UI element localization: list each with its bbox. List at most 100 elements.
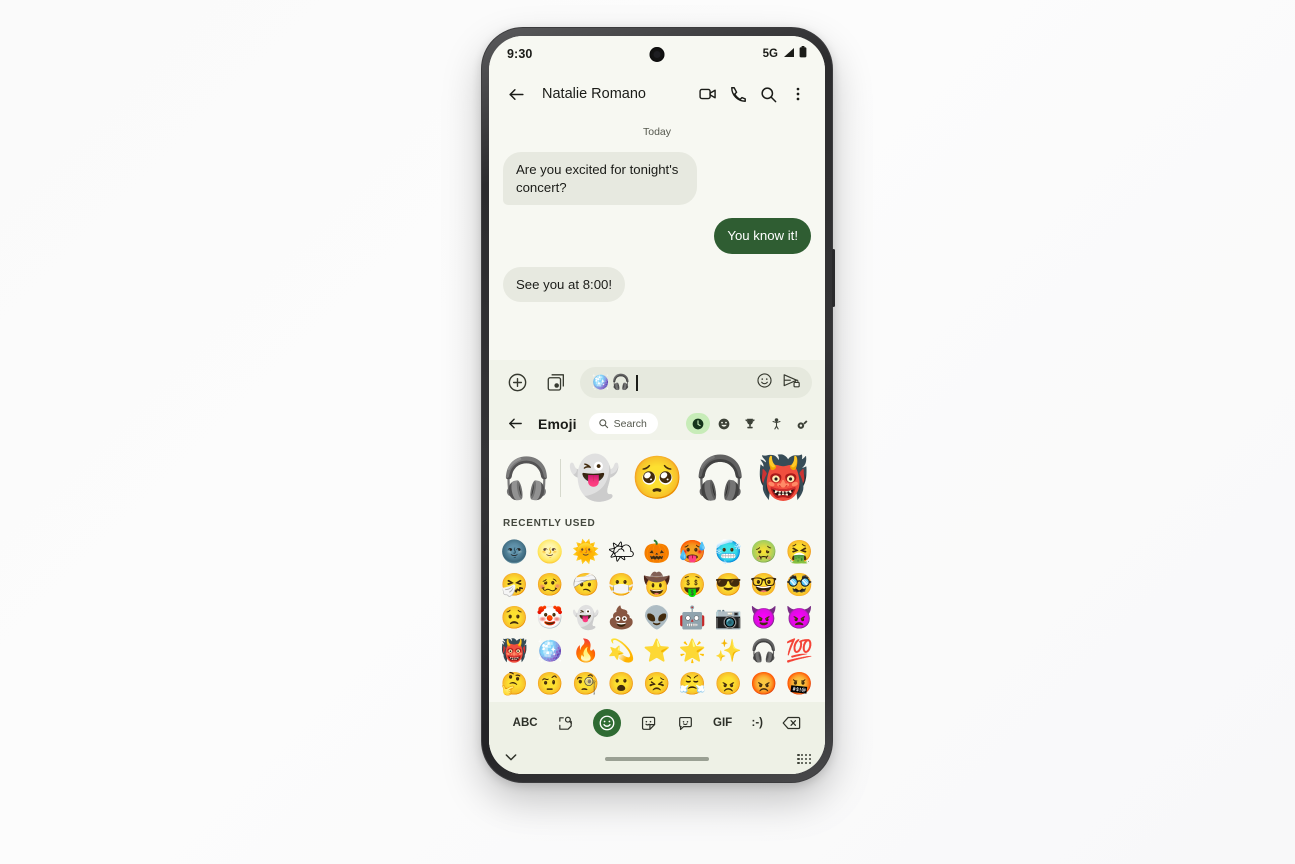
emoji-cell[interactable]: 🥶 <box>712 535 745 568</box>
emoji-cell[interactable]: ✨ <box>712 634 745 667</box>
emoji-cell[interactable]: 😠 <box>712 667 745 700</box>
emoji-cell[interactable]: 📷 <box>712 601 745 634</box>
backspace-key[interactable] <box>782 715 801 731</box>
emoji-cell[interactable]: 🔥 <box>569 634 602 667</box>
message-input-field[interactable]: 🪩 🎧 <box>580 367 812 398</box>
plus-circle-icon[interactable] <box>502 368 532 398</box>
status-clock: 9:30 <box>507 47 533 61</box>
emoji-cell[interactable]: 😮 <box>605 667 638 700</box>
outgoing-message-bubble[interactable]: You know it! <box>714 218 811 254</box>
conversation-app-bar: Natalie Romano <box>489 72 825 116</box>
chevron-down-icon[interactable] <box>503 749 519 770</box>
emoji-cell[interactable]: 🥸 <box>783 568 816 601</box>
emoji-cell[interactable]: 🎃 <box>641 535 674 568</box>
incoming-message-bubble[interactable]: Are you excited for tonight's concert? <box>503 152 698 206</box>
sticker-suggestion[interactable]: 👻 <box>563 447 626 510</box>
emoji-cell[interactable]: 🌞 <box>569 535 602 568</box>
home-indicator[interactable] <box>605 757 709 761</box>
emoji-tab[interactable] <box>593 709 622 737</box>
emoji-cell[interactable]: 🌝 <box>534 535 567 568</box>
date-separator: Today <box>642 126 672 138</box>
emoji-cell[interactable]: 👻 <box>569 601 602 634</box>
emoji-grid-row: 🤔 🤨 🧐 😮 😣 😤 😠 😡 🤬 <box>495 667 819 700</box>
emoji-cell[interactable]: 🤧 <box>498 568 531 601</box>
emoji-category-smileys[interactable] <box>712 413 736 434</box>
emoji-cell[interactable]: 🤬 <box>783 667 816 700</box>
person-icon <box>771 417 781 429</box>
gallery-icon[interactable] <box>541 368 571 398</box>
emoji-cell[interactable]: 🌚 <box>498 535 531 568</box>
signal-bars-icon <box>782 45 795 63</box>
emoji-grid-row: 😟 🤡 👻 💩 👽 🤖 📷 😈 👿 <box>495 601 819 634</box>
system-nav-bar <box>489 744 825 774</box>
emoji-cell[interactable]: 💩 <box>605 601 638 634</box>
phone-icon[interactable] <box>723 79 753 109</box>
emoji-cell[interactable]: ⭐ <box>641 634 674 667</box>
keyboard-bottom-toolbar: ABC GIF :-) <box>489 702 825 744</box>
search-icon[interactable] <box>753 79 783 109</box>
emoji-category-activities[interactable] <box>738 413 762 434</box>
emoji-cell[interactable]: 💫 <box>605 634 638 667</box>
battery-icon <box>799 45 807 63</box>
emoji-cell[interactable]: 🤑 <box>676 568 709 601</box>
emoji-cell[interactable]: 😡 <box>747 667 780 700</box>
emoji-search-input[interactable]: Search <box>588 413 658 434</box>
sticker-suggestion[interactable]: 🥺 <box>626 447 689 510</box>
keyboard-dots-icon[interactable] <box>797 754 811 764</box>
emoji-cell[interactable]: 🧐 <box>569 667 602 700</box>
emoji-cell[interactable]: 🤓 <box>747 568 780 601</box>
back-arrow-icon[interactable] <box>501 79 531 109</box>
emoji-cell[interactable]: 🤮 <box>783 535 816 568</box>
emoji-cell[interactable]: 😷 <box>605 568 638 601</box>
sticker-suggestion[interactable]: 👹 <box>752 447 815 510</box>
emoji-cell[interactable]: 🤢 <box>747 535 780 568</box>
emoji-cell[interactable]: 💯 <box>783 634 816 667</box>
gif-tab[interactable]: GIF <box>713 717 732 729</box>
video-call-icon[interactable] <box>693 79 723 109</box>
emoticon-tab[interactable]: :-) <box>752 717 764 729</box>
guitar-icon <box>797 419 807 429</box>
emoji-cell[interactable]: 👹 <box>498 634 531 667</box>
emoji-cell[interactable]: 👿 <box>783 601 816 634</box>
emoji-cell[interactable]: 😣 <box>641 667 674 700</box>
emoji-panel-back-icon[interactable] <box>500 409 530 439</box>
emoji-kitchen-suggestions[interactable]: 🎧 👻 🥺 🎧 👹 <box>489 440 825 516</box>
emoji-cell[interactable]: 🤖 <box>676 601 709 634</box>
emoji-category-recent[interactable] <box>686 413 710 434</box>
emoji-cell[interactable]: 🤕 <box>569 568 602 601</box>
more-vert-icon[interactable] <box>783 79 813 109</box>
emoji-cell[interactable]: 👽 <box>641 601 674 634</box>
emoji-cell[interactable]: 🥵 <box>676 535 709 568</box>
message-row: You know it! <box>503 218 811 254</box>
emoji-category-people[interactable] <box>764 413 788 434</box>
contact-name[interactable]: Natalie Romano <box>542 86 693 102</box>
emoji-cell[interactable]: 🤠 <box>641 568 674 601</box>
input-emoji-disco-ball: 🪩 <box>591 374 610 391</box>
send-encrypted-icon[interactable] <box>782 372 801 394</box>
avatar-sticker-tab[interactable] <box>677 715 694 732</box>
emoji-cell[interactable]: 🪩 <box>534 634 567 667</box>
emoji-cell[interactable]: 😤 <box>676 667 709 700</box>
emoji-category-objects[interactable] <box>790 413 814 434</box>
abc-key[interactable]: ABC <box>513 717 538 729</box>
sticker-tab[interactable] <box>640 715 657 732</box>
emoji-grid[interactable]: 🌚 🌝 🌞 🌤 🎃 🥵 🥶 🤢 🤮 🤧 🥴 🤕 😷 🤠 🤑 😎 🤓 🥸 😟 🤡 … <box>489 535 825 702</box>
emoji-cell[interactable]: 😟 <box>498 601 531 634</box>
sticker-suggestion[interactable]: 🎧 <box>689 447 752 510</box>
emoji-cell[interactable]: 🥴 <box>534 568 567 601</box>
smiley-icon <box>718 418 730 429</box>
emoji-grid-row: 🤧 🥴 🤕 😷 🤠 🤑 😎 🤓 🥸 <box>495 568 819 601</box>
sticker-search-icon[interactable] <box>557 715 574 732</box>
emoji-cell[interactable]: 🌟 <box>676 634 709 667</box>
emoji-cell[interactable]: 🤔 <box>498 667 531 700</box>
emoji-cell[interactable]: 🌤 <box>605 535 638 568</box>
emoji-cell[interactable]: 🎧 <box>747 634 780 667</box>
emoji-cell[interactable]: 😈 <box>747 601 780 634</box>
emoji-cell[interactable]: 🤨 <box>534 667 567 700</box>
sticker-suggestion[interactable]: 🎧 <box>495 447 558 510</box>
emoji-cell[interactable]: 😎 <box>712 568 745 601</box>
emoji-cell[interactable]: 🤡 <box>534 601 567 634</box>
emoji-face-icon[interactable] <box>756 372 773 394</box>
incoming-message-bubble[interactable]: See you at 8:00! <box>503 266 626 303</box>
message-list[interactable]: Today Are you excited for tonight's conc… <box>489 116 825 360</box>
